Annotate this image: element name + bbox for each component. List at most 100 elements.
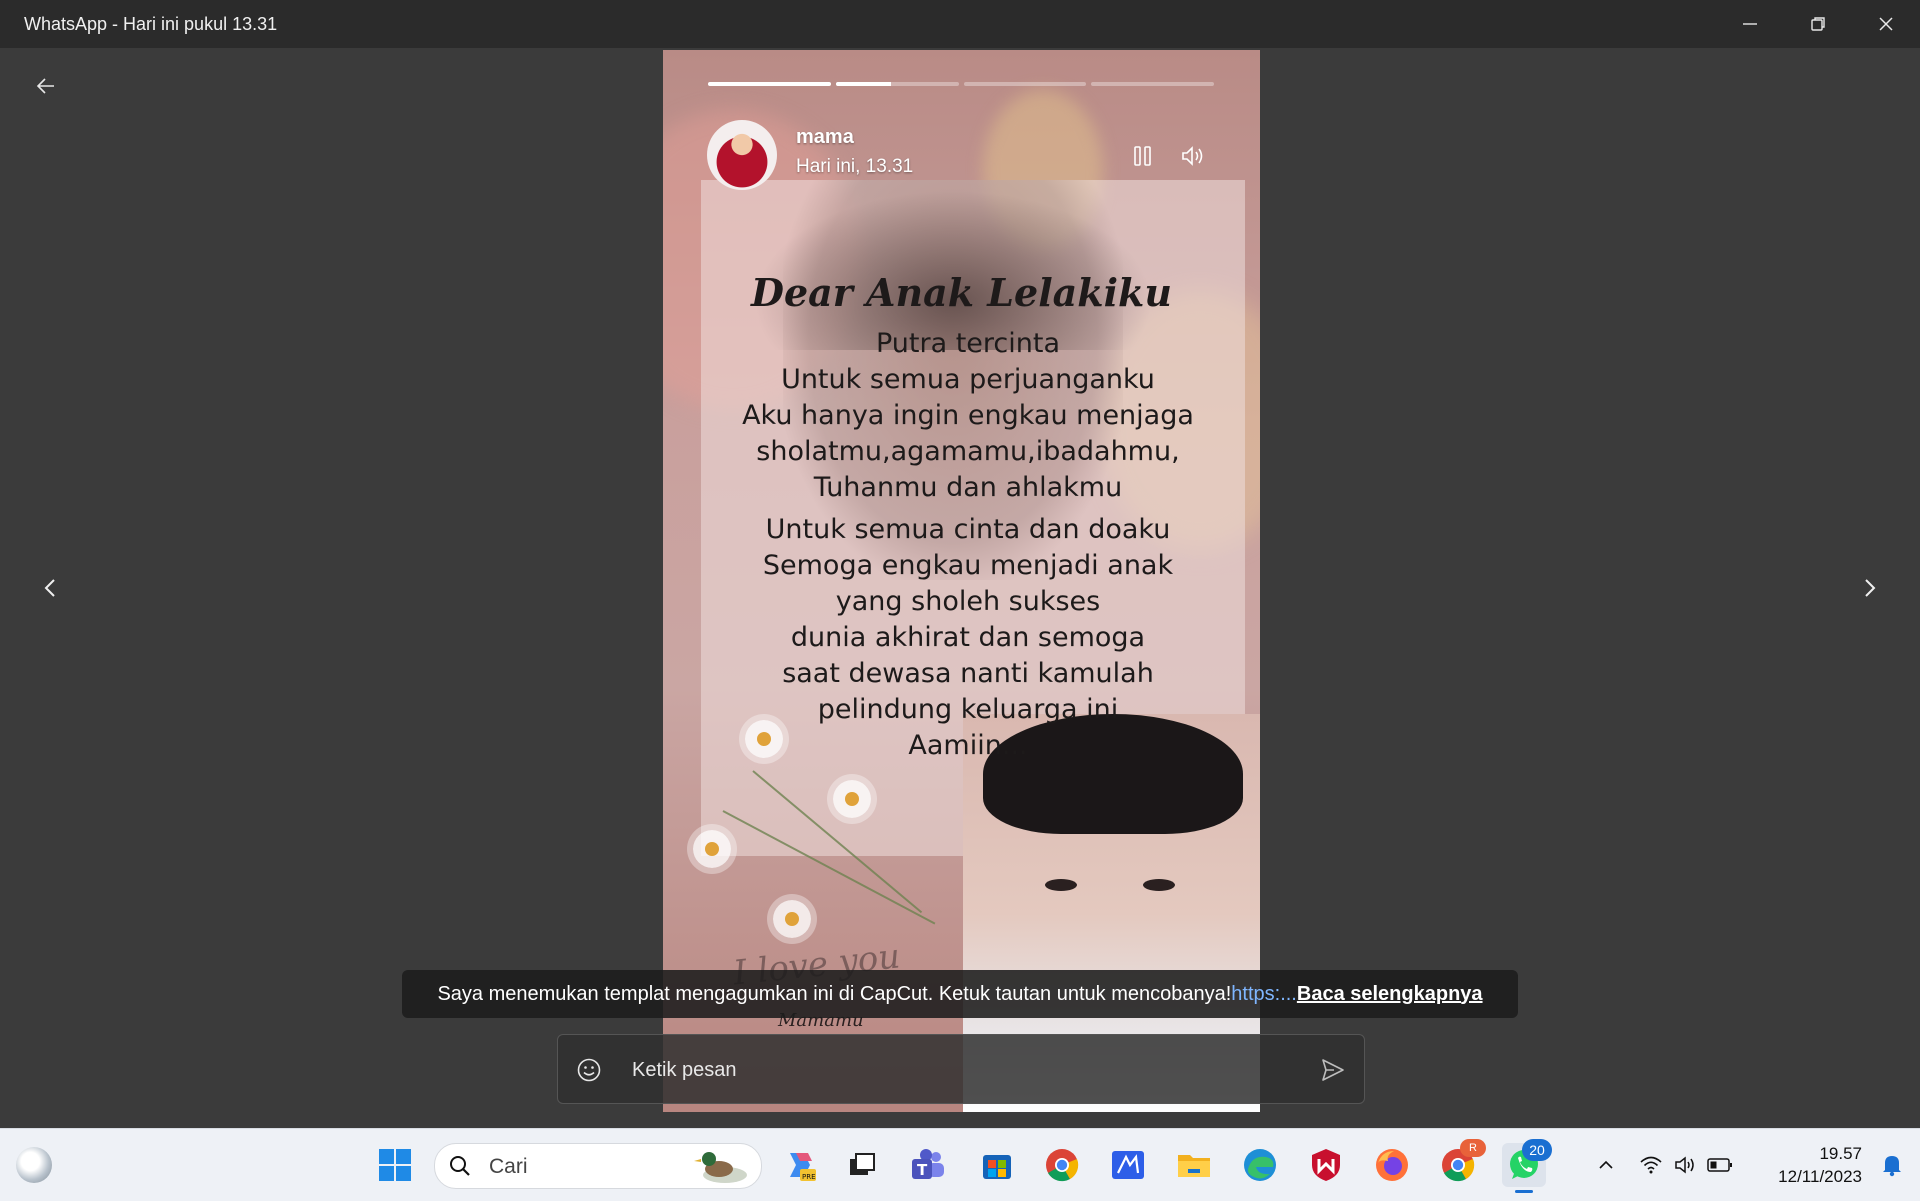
son-photo-eye (1045, 879, 1077, 891)
poem-line: saat dewasa nanti kamulah (782, 658, 1154, 689)
battery-button[interactable] (1702, 1143, 1738, 1187)
taskbar-firefox[interactable] (1370, 1143, 1414, 1187)
poem-line: Semoga engkau menjadi anak (762, 550, 1174, 581)
restore-button[interactable] (1784, 0, 1852, 48)
volume-button[interactable] (1177, 140, 1209, 172)
next-status-button[interactable] (1856, 570, 1884, 606)
son-photo-eye (1143, 879, 1175, 891)
emoji-button[interactable] (574, 1055, 604, 1085)
progress-segment (835, 82, 959, 86)
daisy-image (693, 830, 731, 868)
chevron-left-icon (44, 579, 55, 597)
taskbar-chrome-profile[interactable]: R (1436, 1139, 1486, 1187)
caption-link[interactable]: https:... (1231, 983, 1297, 1006)
daisy-image (833, 780, 871, 818)
speaker-icon (1675, 1156, 1694, 1174)
minimize-icon (1743, 23, 1757, 25)
start-button[interactable] (373, 1143, 417, 1187)
teams-icon: T (912, 1149, 944, 1179)
chrome-profile-badge: R (1460, 1139, 1486, 1157)
back-button[interactable] (30, 70, 62, 102)
poem-stanza: Putra tercinta Untuk semua perjuanganku Ak… (703, 326, 1233, 506)
poem-text: Putra tercinta Untuk semua perjuanganku Ak… (703, 326, 1233, 764)
search-icon (450, 1156, 470, 1176)
taskbar-mcafee[interactable] (1304, 1143, 1348, 1187)
notifications-button[interactable] (1872, 1143, 1912, 1187)
window-title: WhatsApp - Hari ini pukul 13.31 (24, 13, 278, 34)
search-placeholder: Cari (489, 1155, 528, 1178)
clock-date: 12/11/2023 (1778, 1167, 1862, 1186)
daisy-image (773, 900, 811, 938)
poem-line: Untuk semua cinta dan doaku (765, 514, 1171, 545)
arrow-left-icon (36, 78, 54, 94)
svg-text:T: T (917, 1161, 928, 1179)
contact-avatar[interactable] (707, 120, 777, 190)
unread-badge: 20 (1522, 1139, 1552, 1161)
taskbar-clock[interactable]: 19.57 12/11/2023 (1778, 1142, 1862, 1188)
weather-widget[interactable] (16, 1147, 52, 1183)
chevron-right-icon (1865, 579, 1876, 597)
mcafee-shield-icon (1312, 1149, 1340, 1181)
pause-button[interactable] (1129, 142, 1157, 170)
smiley-icon (577, 1058, 601, 1082)
taskbar-copilot[interactable]: PRE (778, 1143, 822, 1187)
svg-text:PRE: PRE (802, 1173, 816, 1181)
title-bar: WhatsApp - Hari ini pukul 13.31 (0, 0, 1920, 48)
copilot-icon: PRE (790, 1153, 816, 1181)
active-indicator (1515, 1190, 1533, 1193)
clock-time: 19.57 (1819, 1144, 1862, 1163)
poem-line: sholatmu,agamamu,ibadahmu, (756, 436, 1180, 467)
read-more-link[interactable]: Baca selengkapnya (1297, 983, 1483, 1006)
progress-fill (835, 82, 891, 86)
story-header: mama Hari ini, 13.31 (707, 120, 1227, 192)
wifi-icon (1640, 1156, 1662, 1174)
poem-line: yang sholeh sukses (835, 586, 1101, 617)
poem-line: dunia akhirat dan semoga (790, 622, 1146, 653)
volume-tray-button[interactable] (1668, 1143, 1702, 1187)
poem-line: pelindung keluarga ini (817, 694, 1119, 725)
taskbar-store[interactable] (975, 1143, 1019, 1187)
progress-segment (963, 82, 1087, 86)
poem-title: Dear Anak Lelakiku (751, 270, 1172, 315)
send-icon (1322, 1059, 1344, 1081)
poem-line: Tuhanmu dan ahlakmu (813, 472, 1123, 503)
minimize-button[interactable] (1716, 0, 1784, 48)
taskbar-search[interactable]: Cari (434, 1143, 762, 1189)
show-hidden-icons-button[interactable] (1588, 1143, 1624, 1187)
taskbar: Cari PRE T R 20 19.57 12/11/2023 (0, 1128, 1920, 1201)
restore-icon (1811, 17, 1825, 31)
progress-segment (1091, 82, 1214, 86)
status-story[interactable]: mama Hari ini, 13.31 Dear Anak Lelakiku … (663, 50, 1260, 1112)
close-button[interactable] (1852, 0, 1920, 48)
poem-line: Untuk semua perjuanganku (781, 364, 1155, 395)
taskbar-chrome[interactable] (1040, 1143, 1084, 1187)
status-timestamp: Hari ini, 13.31 (796, 156, 914, 177)
taskbar-app-pen[interactable] (1106, 1143, 1150, 1187)
chevron-up-icon (1599, 1160, 1613, 1169)
window-controls (1716, 0, 1920, 48)
store-icon (983, 1155, 1011, 1179)
speaker-icon (1182, 146, 1203, 166)
task-view-icon (850, 1153, 875, 1175)
poem-line: Aamiin... (908, 730, 1028, 761)
windows-icon (379, 1149, 411, 1181)
taskbar-edge[interactable] (1238, 1143, 1282, 1187)
reply-input[interactable] (630, 1049, 1274, 1091)
taskbar-file-explorer[interactable] (1172, 1143, 1216, 1187)
bell-icon (1883, 1156, 1901, 1177)
duck-highlight-icon (694, 1152, 747, 1183)
send-button[interactable] (1318, 1055, 1348, 1085)
previous-status-button[interactable] (36, 570, 64, 606)
taskbar-task-view[interactable] (840, 1143, 884, 1187)
taskbar-teams[interactable]: T (906, 1143, 950, 1187)
reply-bar (557, 1034, 1365, 1104)
close-icon (1879, 17, 1893, 31)
folder-icon (1178, 1155, 1210, 1177)
caption-text: Saya menemukan templat mengagumkan ini d… (437, 982, 1232, 1005)
contact-name[interactable]: mama (796, 126, 854, 149)
status-progress (708, 82, 1214, 87)
poem-line: Aku hanya ingin engkau menjaga (742, 400, 1194, 431)
wifi-button[interactable] (1634, 1143, 1668, 1187)
progress-segment (708, 82, 831, 86)
taskbar-whatsapp[interactable]: 20 (1502, 1139, 1552, 1193)
